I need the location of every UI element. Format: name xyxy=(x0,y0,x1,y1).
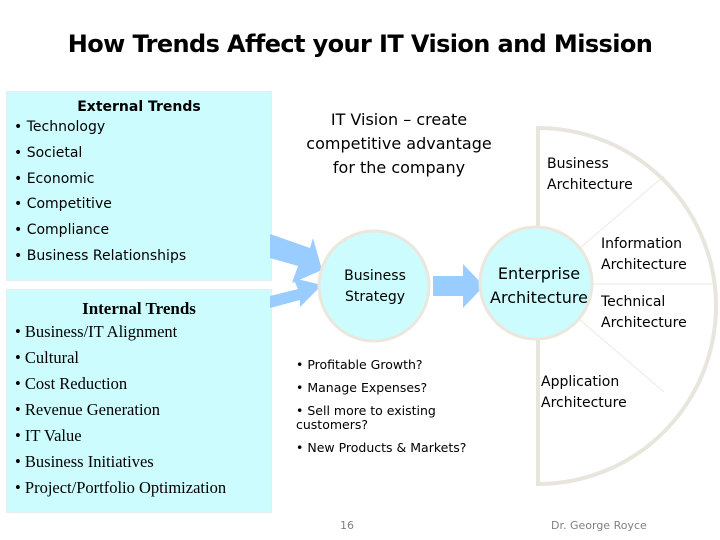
vision-line: competitive advantage xyxy=(306,134,492,153)
label-line: Application xyxy=(541,374,620,390)
it-vision-text: IT Vision – create competitive advantage… xyxy=(290,108,508,180)
label-line: Architecture xyxy=(547,177,633,193)
label-line: Architecture xyxy=(601,257,687,273)
enterprise-architecture-label: Enterprise Architecture xyxy=(480,262,598,310)
list-item: • New Products & Markets? xyxy=(296,440,467,455)
page-number: 16 xyxy=(340,519,354,532)
label-line: Strategy xyxy=(345,289,405,305)
label-line: Architecture xyxy=(541,395,627,411)
label-line: Business xyxy=(547,156,609,172)
label-line: Technical xyxy=(601,294,666,310)
label-line: Architecture xyxy=(601,315,687,331)
label-line: Architecture xyxy=(490,288,588,307)
information-architecture-label: Information Architecture xyxy=(601,234,687,276)
label-line: Information xyxy=(601,236,683,252)
label-line: Enterprise xyxy=(497,264,581,283)
business-architecture-label: Business Architecture xyxy=(547,154,633,196)
list-item: • Profitable Growth? xyxy=(296,357,423,372)
list-item: • Sell more to existing customers? xyxy=(296,403,436,432)
strategy-questions-list: • Profitable Growth? • Manage Expenses? … xyxy=(296,358,496,464)
label-line: Business xyxy=(344,268,406,284)
vision-line: for the company xyxy=(332,158,466,177)
technical-architecture-label: Technical Architecture xyxy=(601,292,687,334)
arrow-internal-to-strategy xyxy=(270,278,322,308)
business-strategy-label: Business Strategy xyxy=(325,266,425,308)
vision-line: IT Vision – create xyxy=(330,110,468,129)
arrow-strategy-to-ea xyxy=(433,264,484,308)
author-footer: Dr. George Royce xyxy=(551,519,647,532)
application-architecture-label: Application Architecture xyxy=(541,372,627,414)
arrow-external-to-strategy xyxy=(270,234,322,283)
list-item: • Manage Expenses? xyxy=(296,380,428,395)
